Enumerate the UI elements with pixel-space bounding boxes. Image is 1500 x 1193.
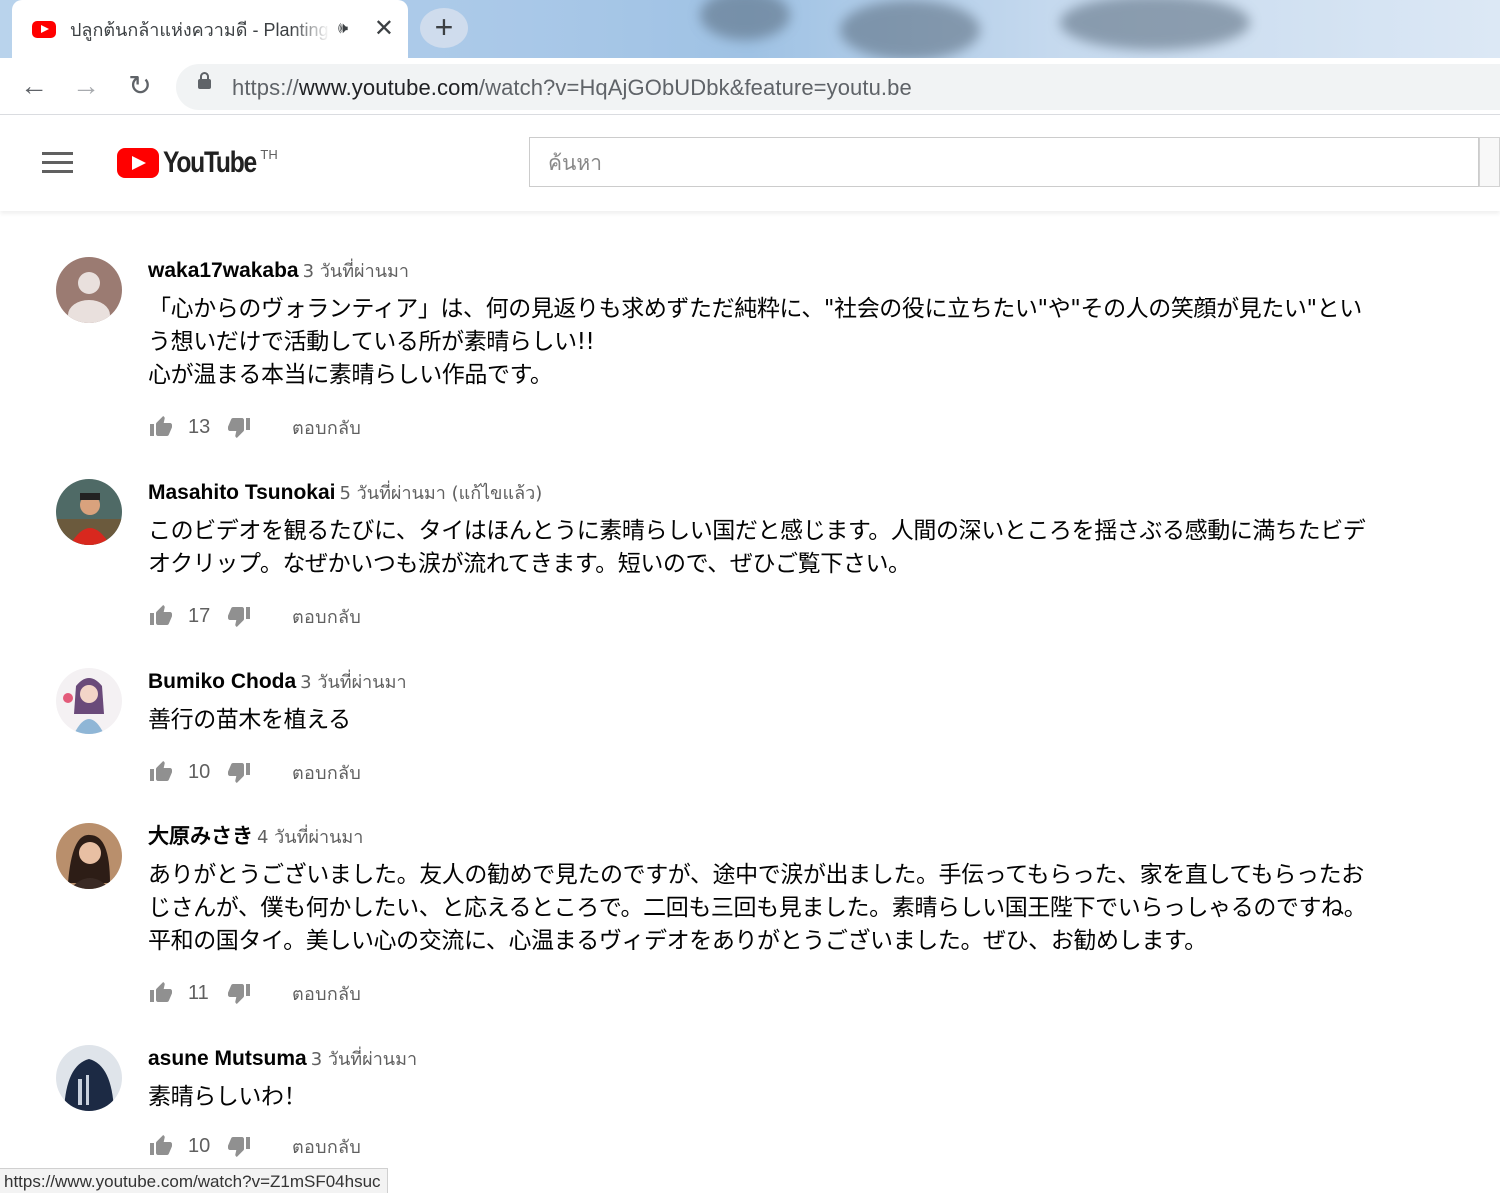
browser-toolbar: ← → ↻ https://www.youtube.com/watch?v=Hq… — [0, 58, 1500, 115]
comment-text: このビデオを観るたびに、タイはほんとうに素晴らしい国だと感じます。人間の深いとこ… — [148, 518, 1366, 577]
youtube-masthead: YouTube TH — [0, 115, 1500, 211]
comment-actions: 10 ตอบกลับ — [148, 1131, 361, 1161]
thumbs-down-icon[interactable] — [226, 604, 252, 628]
browser-tab-active[interactable]: ปลูกต้นกล้าแห่งความดี - Planting 🕪 ✕ — [12, 0, 408, 58]
comment-actions: 13 ตอบกลับ — [148, 412, 361, 442]
thumbs-down-icon[interactable] — [226, 760, 252, 784]
comment-time[interactable]: 3 วันที่ผ่านมา — [303, 261, 409, 282]
reply-button[interactable]: ตอบกลับ — [292, 758, 361, 787]
reply-button[interactable]: ตอบกลับ — [292, 979, 361, 1008]
status-bar-url: https://www.youtube.com/watch?v=Z1mSF04h… — [0, 1168, 388, 1193]
thumbs-down-icon[interactable] — [226, 981, 252, 1005]
thumbs-up-icon[interactable] — [148, 981, 174, 1005]
like-count: 13 — [188, 415, 211, 438]
comment-author[interactable]: waka17wakaba — [148, 259, 299, 282]
comment-text: 「心からのヴォランティア」は、何の見返りも求めずただ純粋に、"社会の役に立ちたい… — [148, 296, 1362, 388]
comment-author[interactable]: Masahito Tsunokai — [148, 481, 335, 504]
thumbs-up-icon[interactable] — [148, 760, 174, 784]
search-button[interactable] — [1479, 137, 1500, 187]
comment-author[interactable]: Bumiko Choda — [148, 670, 296, 693]
comment-text: 素晴らしいわ！ — [148, 1084, 307, 1110]
thumbs-up-icon[interactable] — [148, 604, 174, 628]
avatar[interactable] — [56, 668, 122, 734]
comment-time[interactable]: 3 วันที่ผ่านมา — [311, 1049, 417, 1070]
menu-icon[interactable] — [42, 152, 73, 174]
avatar[interactable] — [56, 823, 122, 889]
reply-button[interactable]: ตอบกลับ — [292, 413, 361, 442]
youtube-logo[interactable]: YouTube TH — [117, 145, 278, 181]
reply-button[interactable]: ตอบกลับ — [292, 1132, 361, 1161]
search-box[interactable] — [529, 137, 1479, 188]
like-count: 11 — [188, 981, 209, 1004]
avatar[interactable] — [56, 1045, 122, 1111]
address-bar[interactable]: https://www.youtube.com/watch?v=HqAjGObU… — [176, 64, 1500, 110]
address-url[interactable]: https://www.youtube.com/watch?v=HqAjGObU… — [232, 75, 912, 101]
background-foliage — [700, 0, 790, 40]
reply-button[interactable]: ตอบกลับ — [292, 602, 361, 631]
thumbs-down-icon[interactable] — [226, 1134, 252, 1158]
comment-actions: 17 ตอบกลับ — [148, 601, 361, 631]
lock-icon[interactable] — [198, 72, 211, 89]
youtube-favicon-icon — [32, 20, 56, 38]
thumbs-up-icon[interactable] — [148, 415, 174, 439]
browser-tab-strip: ปลูกต้นกล้าแห่งความดี - Planting 🕪 ✕ + — [0, 0, 1500, 58]
avatar[interactable] — [56, 479, 122, 545]
background-foliage — [840, 0, 980, 58]
comment-text: 善行の苗木を植える — [148, 707, 351, 733]
like-count: 10 — [188, 760, 211, 783]
background-foliage — [1060, 0, 1250, 50]
back-arrow-icon[interactable]: ← — [18, 70, 50, 102]
logo-wordmark: YouTube — [163, 146, 257, 179]
close-tab-icon[interactable]: ✕ — [374, 17, 394, 41]
comment-time[interactable]: 3 วันที่ผ่านมา — [300, 672, 406, 693]
like-count: 10 — [188, 1134, 211, 1157]
comment-author[interactable]: asune Mutsuma — [148, 1047, 307, 1070]
thumbs-down-icon[interactable] — [226, 415, 252, 439]
comment-author[interactable]: 大原みさき — [148, 825, 253, 848]
comment-time[interactable]: 5 วันที่ผ่านมา (แก้ไขแล้ว) — [339, 483, 542, 504]
search-input[interactable] — [546, 138, 1450, 188]
youtube-play-icon — [117, 148, 159, 178]
forward-arrow-icon[interactable]: → — [70, 70, 102, 102]
country-code: TH — [260, 147, 278, 162]
avatar[interactable] — [56, 257, 122, 323]
like-count: 17 — [188, 604, 211, 627]
speaker-icon[interactable]: 🕪 — [338, 20, 360, 38]
tab-title: ปลูกต้นกล้าแห่งความดี - Planting — [70, 19, 329, 40]
comment-text: ありがとうございました。友人の勧めで見たのですが、途中で涙が出ました。手伝っても… — [148, 862, 1367, 954]
comment-actions: 11 ตอบกลับ — [148, 978, 361, 1008]
thumbs-up-icon[interactable] — [148, 1134, 174, 1158]
comment-actions: 10 ตอบกลับ — [148, 757, 361, 787]
new-tab-button[interactable]: + — [420, 8, 468, 48]
reload-icon[interactable]: ↻ — [124, 70, 156, 102]
comment-time[interactable]: 4 วันที่ผ่านมา — [257, 827, 363, 848]
